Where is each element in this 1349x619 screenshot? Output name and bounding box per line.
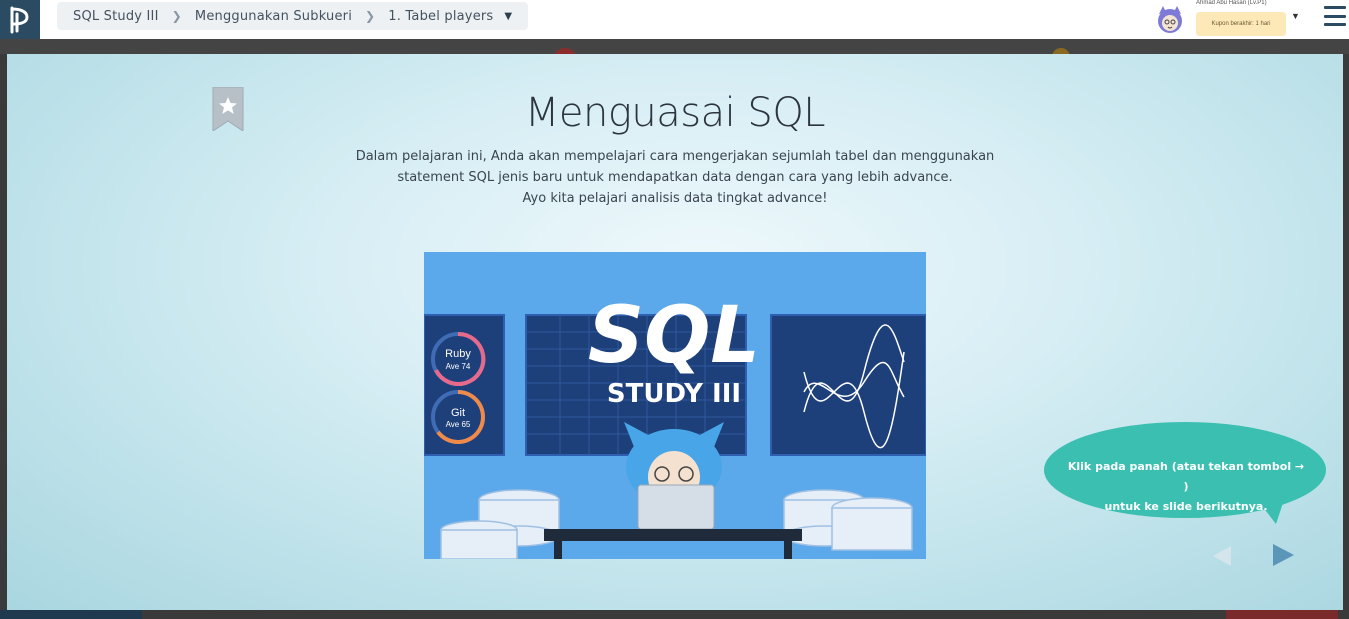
slide-title: Menguasai SQL (524, 90, 826, 136)
avatar-icon[interactable] (1154, 4, 1186, 34)
menu-icon[interactable] (1324, 6, 1346, 26)
breadcrumb: SQL Study III ❯ Menggunakan Subkueri ❯ 1… (57, 2, 529, 30)
background-decoration (0, 610, 142, 619)
hero-logo-text: SQL (588, 291, 760, 381)
hint-line: untuk ke slide berikutnya. (1104, 500, 1268, 513)
gauge-label: Git (451, 407, 465, 419)
hint-line: Klik pada panah (atau tekan tombol → ) (1067, 460, 1305, 493)
slide-description: Dalam pelajaran ini, Anda akan mempelaja… (307, 146, 1043, 209)
caret-down-icon[interactable]: ▼ (1291, 11, 1300, 21)
background-decoration (1226, 610, 1338, 619)
hero-subtitle: STUDY III (607, 379, 741, 409)
gauge-label: Ruby (445, 348, 471, 360)
chevron-right-icon: ❯ (171, 9, 182, 23)
top-bar: SQL Study III ❯ Menggunakan Subkueri ❯ 1… (0, 0, 1349, 39)
description-line: statement SQL jenis baru untuk mendapatk… (397, 170, 953, 185)
next-arrow-icon[interactable] (1270, 542, 1296, 568)
gauge-value: Ave 65 (446, 420, 471, 429)
hint-text: Klik pada panah (atau tekan tombol → ) u… (1066, 457, 1306, 517)
prev-arrow-icon[interactable] (1211, 544, 1233, 568)
description-line: Ayo kita pelajari analisis data tingkat … (522, 191, 828, 206)
coupon-badge: Kupon berakhir: 1 hari (1196, 12, 1286, 36)
breadcrumb-course[interactable]: SQL Study III (73, 9, 159, 24)
gauge-value: Ave 74 (446, 362, 471, 371)
background-page (0, 39, 1349, 54)
description-line: Dalam pelajaran ini, Anda akan mempelaja… (355, 149, 995, 164)
breadcrumb-chapter[interactable]: Menggunakan Subkueri (195, 9, 352, 24)
chevron-right-icon: ❯ (365, 9, 376, 23)
logo-icon[interactable] (0, 0, 40, 39)
caret-down-icon[interactable]: ▼ (504, 11, 512, 22)
breadcrumb-lesson[interactable]: 1. Tabel players (388, 9, 493, 24)
slide-modal: Menguasai SQL Dalam pelajaran ini, Anda … (7, 54, 1343, 610)
user-name: Ahmad Abu Hasan (Lv.P1) (1196, 0, 1267, 6)
hero-illustration: Ruby Ave 74 Git Ave 65 SQL STUDY III (424, 252, 926, 559)
